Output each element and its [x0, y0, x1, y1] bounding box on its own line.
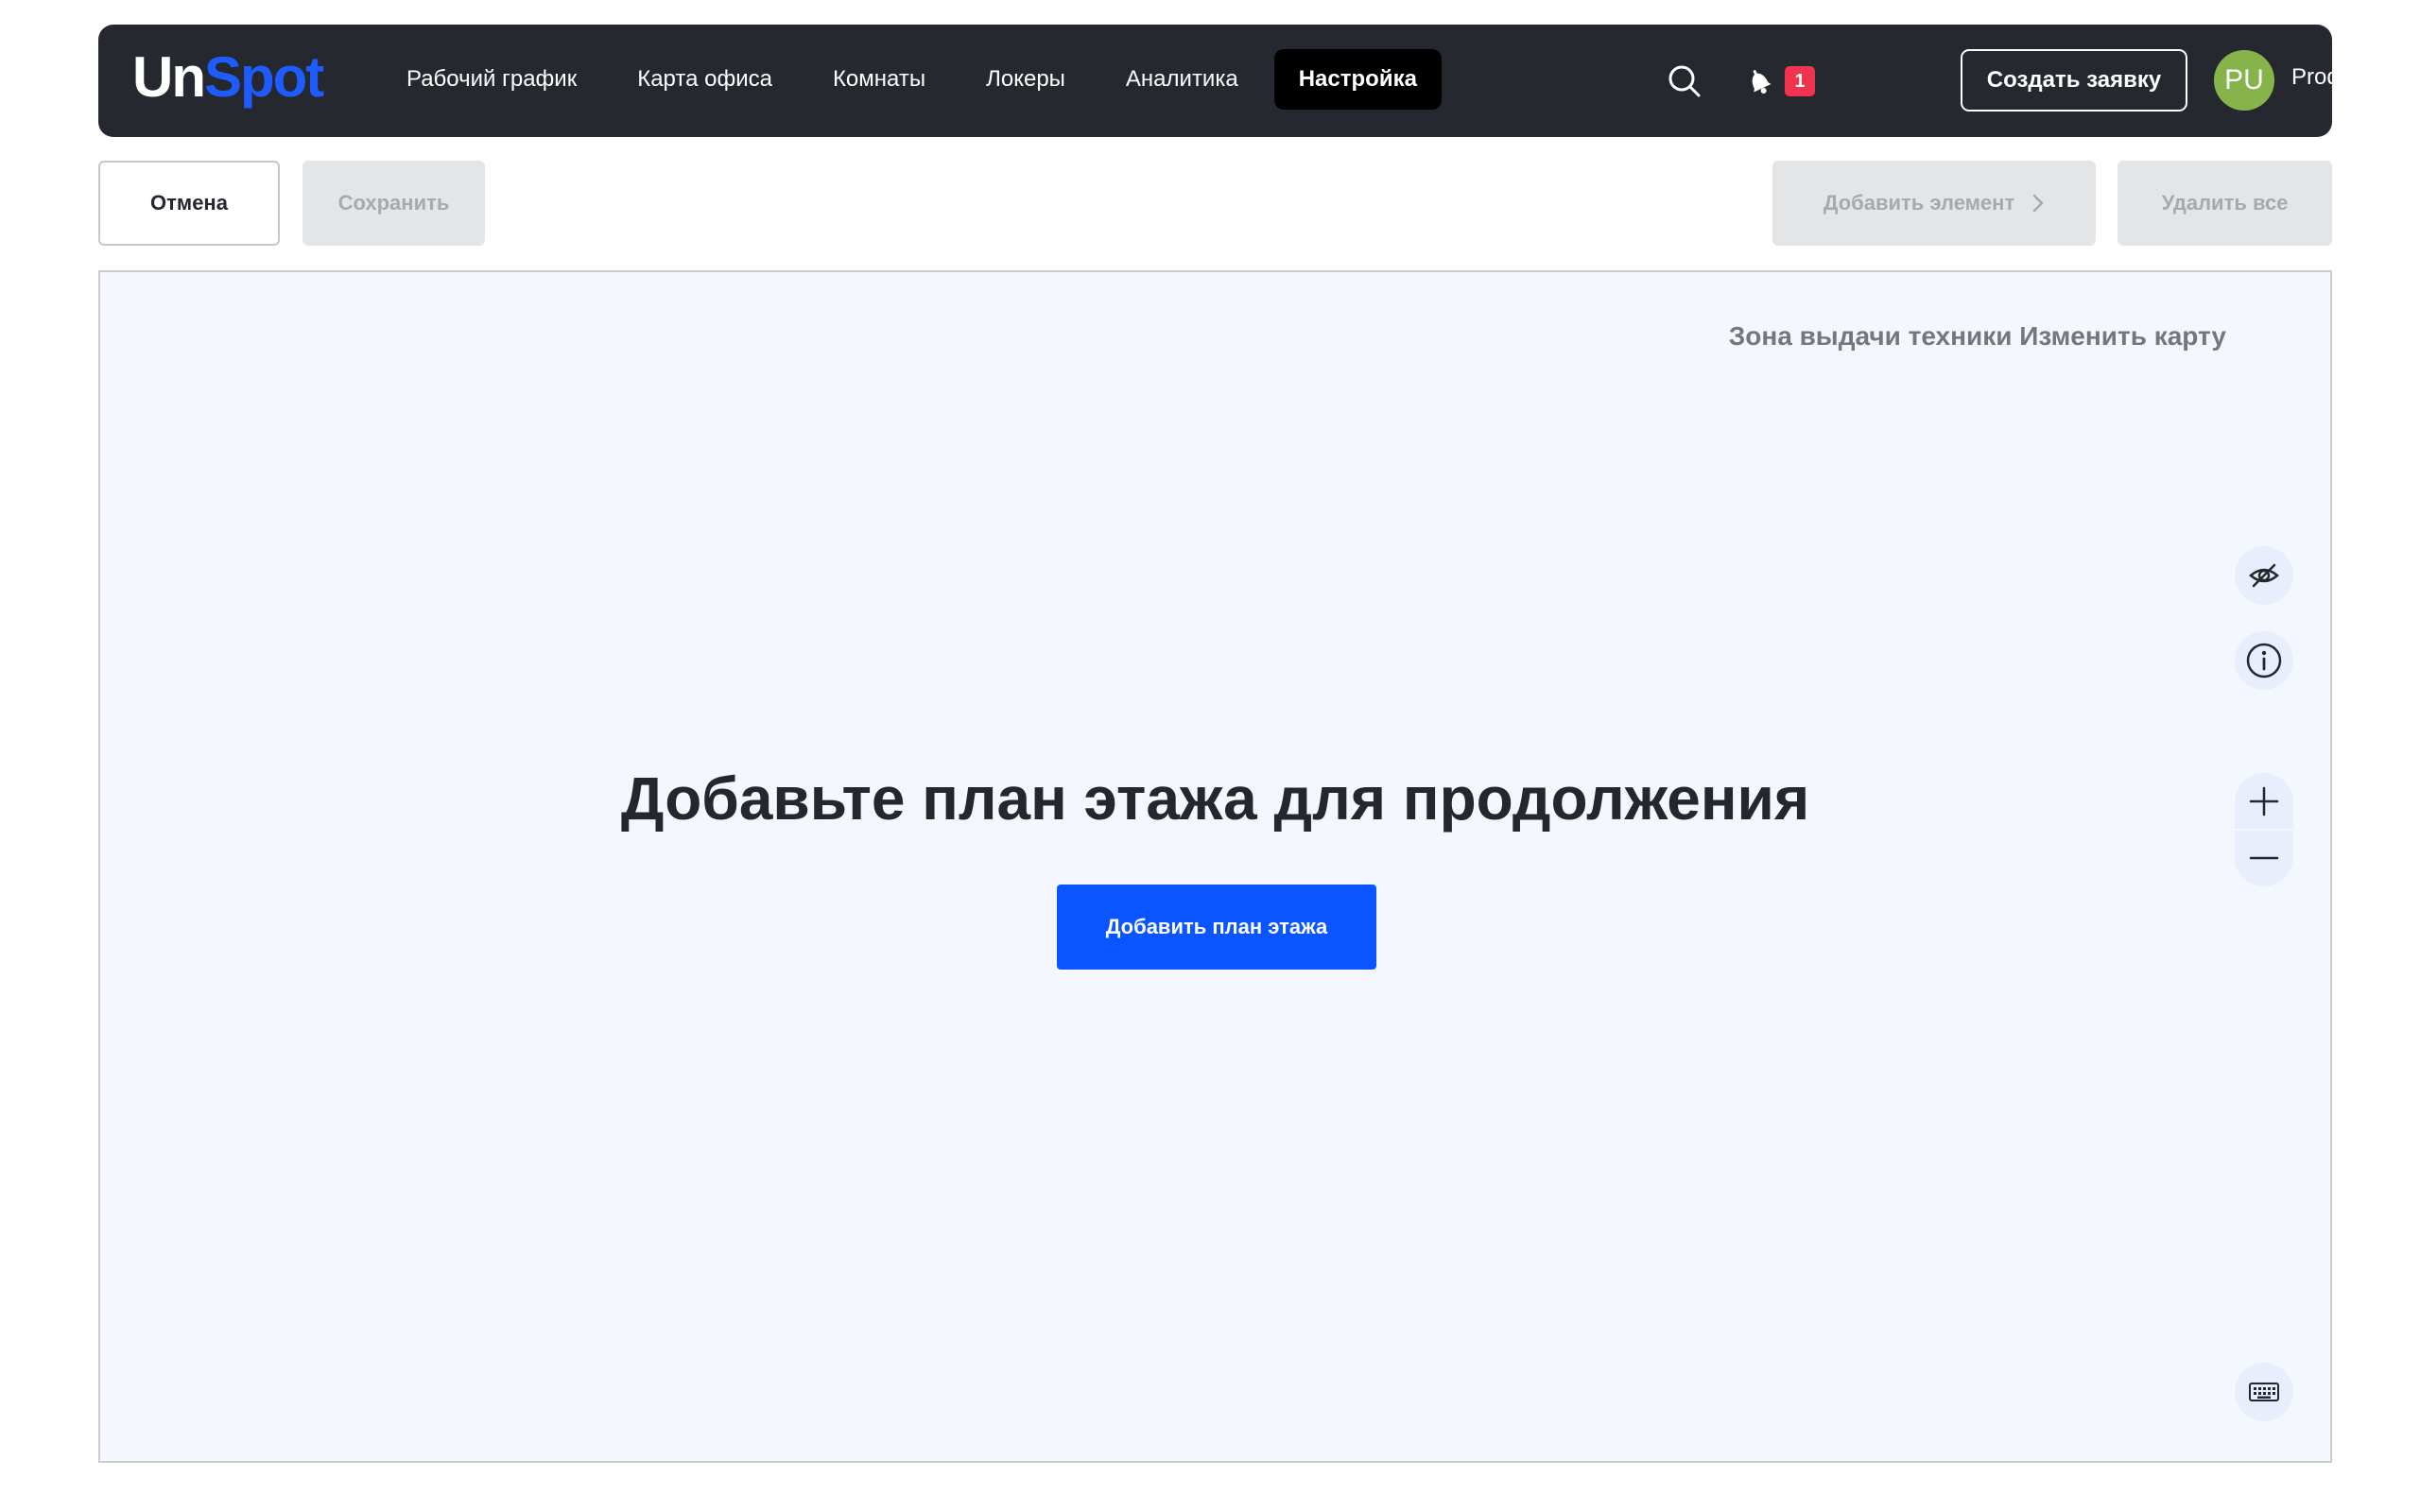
- keyboard-icon: [2249, 1383, 2279, 1401]
- chevron-right-icon: [2031, 193, 2045, 214]
- minus-icon: [2249, 857, 2279, 860]
- info-button[interactable]: [2235, 631, 2293, 690]
- zoom-in-button[interactable]: [2235, 773, 2293, 829]
- nav-item-analytics[interactable]: Аналитика: [1101, 49, 1263, 110]
- empty-state-heading: Добавьте план этажа для продолжения: [620, 765, 1810, 833]
- floor-plan-canvas[interactable]: Зона выдачи техники Изменить карту Добав…: [98, 270, 2332, 1463]
- notifications-button[interactable]: 1: [1743, 55, 1828, 108]
- add-floor-plan-button[interactable]: Добавить план этажа: [1057, 885, 1376, 970]
- search-button[interactable]: [1658, 55, 1711, 108]
- nav-item-lockers[interactable]: Локеры: [961, 49, 1090, 110]
- nav-item-rooms[interactable]: Комнаты: [808, 49, 950, 110]
- user-name[interactable]: Product: [2291, 64, 2370, 91]
- nav-item-settings[interactable]: Настройка: [1273, 49, 1442, 110]
- logo-text-spot: Spot: [203, 45, 324, 109]
- delete-all-button[interactable]: Удалить все: [2118, 161, 2332, 246]
- info-icon: [2246, 643, 2282, 679]
- cancel-button[interactable]: Отмена: [98, 161, 280, 246]
- unspot-logo[interactable]: UnSpot: [132, 49, 324, 106]
- bell-icon: [1752, 70, 1772, 94]
- nav-item-schedule[interactable]: Рабочий график: [382, 49, 601, 110]
- eye-off-icon: [2249, 563, 2279, 588]
- add-element-button[interactable]: Добавить элемент: [1772, 161, 2096, 246]
- search-icon: [1668, 65, 1701, 97]
- save-button[interactable]: Сохранить: [302, 161, 485, 246]
- logo-text-un: Un: [132, 45, 206, 109]
- toggle-visibility-button[interactable]: [2235, 546, 2293, 605]
- notification-count-badge: 1: [1785, 66, 1815, 96]
- zoom-controls: [2235, 773, 2293, 886]
- nav-item-office-map[interactable]: Карта офиса: [613, 49, 797, 110]
- plus-icon: [2249, 786, 2279, 816]
- zoom-out-button[interactable]: [2235, 831, 2293, 886]
- main-nav: Рабочий график Карта офиса Комнаты Локер…: [382, 49, 1442, 110]
- zone-title[interactable]: Зона выдачи техники Изменить карту: [1729, 321, 2226, 352]
- create-request-button[interactable]: Создать заявку: [1961, 49, 2187, 112]
- add-element-label: Добавить элемент: [1823, 191, 2015, 215]
- keyboard-shortcuts-button[interactable]: [2235, 1363, 2293, 1421]
- avatar[interactable]: PU: [2214, 50, 2274, 111]
- top-navigation-bar: UnSpot Рабочий график Карта офиса Комнат…: [98, 25, 2370, 137]
